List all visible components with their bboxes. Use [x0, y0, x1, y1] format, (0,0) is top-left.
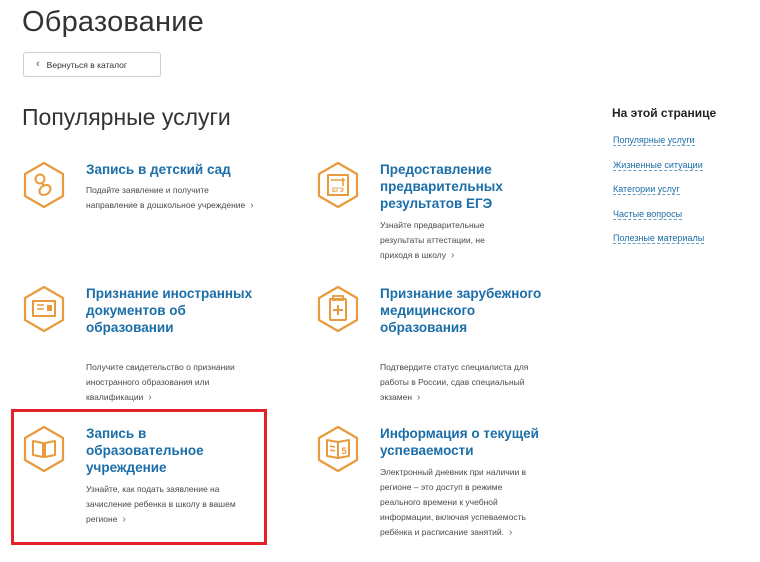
toc-item-materials[interactable]: Полезные материалы: [613, 233, 705, 258]
service-description: Электронный дневник при наличии в регион…: [380, 467, 527, 538]
service-title[interactable]: Признание иностранных документов об обра…: [86, 285, 266, 336]
chevron-right-icon[interactable]: ›: [417, 392, 420, 403]
back-to-catalog-button[interactable]: ‹ Вернуться в каталог: [23, 52, 161, 77]
medical-document-icon: [317, 285, 359, 333]
service-description: Узнайте предварительные результаты аттес…: [380, 220, 485, 261]
toc-list: Популярные услуги Жизненные ситуации Кат…: [613, 135, 705, 258]
chevron-right-icon[interactable]: ›: [451, 250, 454, 261]
service-title[interactable]: Запись в детский сад: [86, 161, 266, 178]
page-title: Образование: [22, 6, 204, 38]
toc-item-popular[interactable]: Популярные услуги: [613, 135, 704, 160]
chevron-right-icon[interactable]: ›: [148, 392, 151, 403]
service-title[interactable]: Предоставление предварительных результат…: [380, 161, 560, 212]
toc-item-life-situations[interactable]: Жизненные ситуации: [613, 159, 704, 185]
service-title[interactable]: Информация о текущей успеваемости: [380, 425, 570, 459]
toc-item-categories[interactable]: Категории услуг: [613, 184, 704, 209]
pacifier-icon: [23, 161, 65, 209]
service-description: Получите свидетельство о признании иност…: [86, 362, 235, 403]
toc-title: На этой странице: [612, 106, 717, 120]
open-book-icon: [23, 425, 65, 473]
chevron-right-icon[interactable]: ›: [509, 527, 512, 538]
chevron-right-icon[interactable]: ›: [122, 514, 125, 525]
gradebook-icon: 5: [317, 425, 359, 473]
service-description: Подтвердите статус специалиста для работ…: [380, 362, 529, 403]
svg-text:ЕГЭ: ЕГЭ: [332, 188, 344, 194]
service-title[interactable]: Признание зарубежного медицинского образ…: [380, 285, 560, 336]
chevron-right-icon[interactable]: ›: [250, 200, 253, 211]
back-button-label: Вернуться в каталог: [46, 59, 128, 70]
chevron-left-icon: ‹: [36, 58, 40, 70]
toc-item-faq[interactable]: Частые вопросы: [613, 208, 704, 234]
svg-text:5: 5: [341, 446, 346, 456]
diploma-icon: [23, 285, 65, 333]
service-title[interactable]: Запись в образовательное учреждение: [86, 425, 266, 476]
section-title: Популярные услуги: [22, 104, 231, 130]
exam-certificate-icon: ЕГЭ: [317, 161, 359, 209]
service-description: Узнайте, как подать заявление на зачисле…: [86, 484, 236, 525]
service-description: Подайте заявление и получите направление…: [86, 185, 254, 211]
